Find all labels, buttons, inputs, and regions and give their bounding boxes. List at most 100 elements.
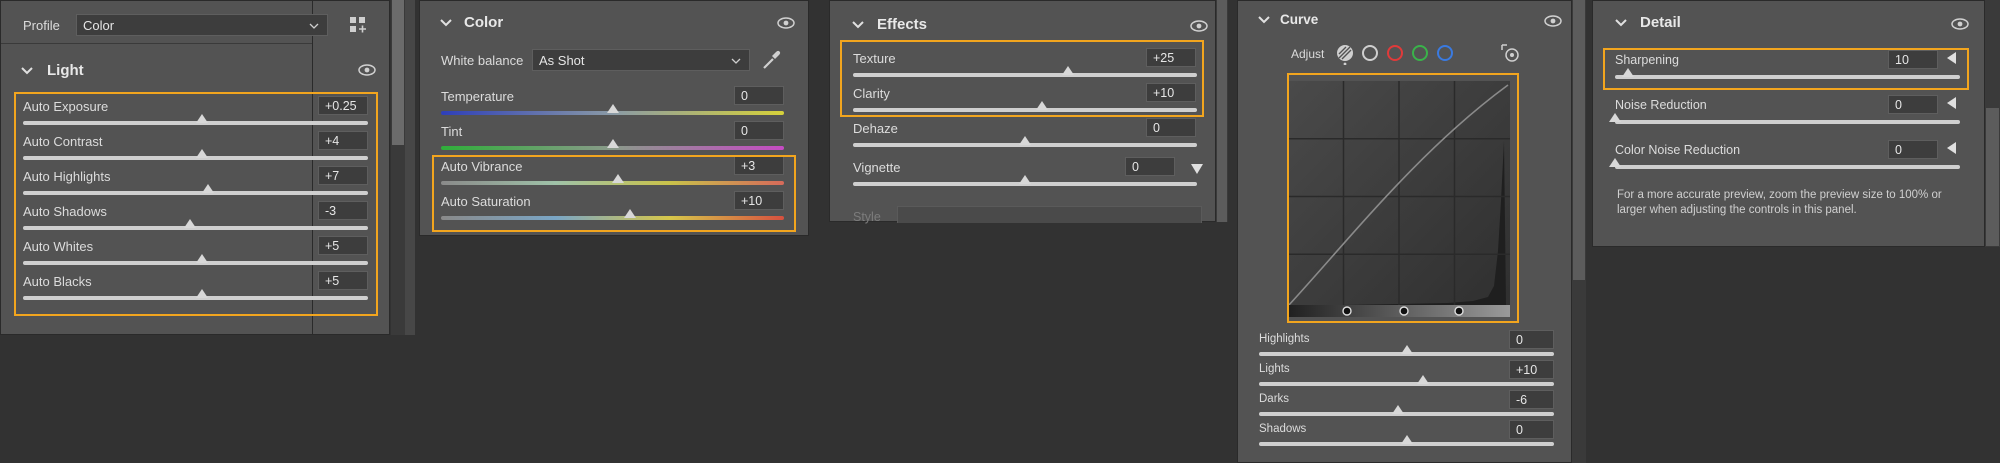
expand-triangle-icon[interactable]	[1947, 52, 1956, 64]
light-title: Light	[47, 62, 84, 79]
slider-thumb[interactable]	[196, 114, 209, 123]
slider-value-input[interactable]: +10	[1509, 360, 1554, 379]
slider-thumb[interactable]	[1609, 158, 1621, 167]
slider-value-input[interactable]: +5	[318, 236, 368, 255]
slider-value-input[interactable]: 0	[1888, 95, 1938, 114]
slider-value-input[interactable]: +5	[318, 271, 368, 290]
region-split-handle-icon[interactable]	[1453, 305, 1465, 317]
slider-thumb[interactable]	[196, 289, 209, 298]
slider-thumb[interactable]	[623, 209, 636, 218]
slider-track[interactable]	[853, 108, 1197, 112]
point-curve-red-button[interactable]	[1387, 45, 1403, 61]
slider-thumb[interactable]	[606, 104, 619, 113]
slider-track[interactable]	[1615, 75, 1960, 79]
slider-track[interactable]	[1259, 382, 1554, 386]
region-split-handle-icon[interactable]	[1398, 305, 1410, 317]
slider-thumb[interactable]	[1036, 101, 1049, 110]
eyedropper-icon[interactable]	[761, 49, 781, 71]
slider-track[interactable]	[441, 216, 784, 220]
slider-thumb[interactable]	[1019, 136, 1031, 145]
style-dropdown[interactable]	[897, 206, 1202, 223]
eye-icon[interactable]	[1951, 18, 1969, 30]
slider-value-input[interactable]: 0	[1125, 157, 1175, 176]
slider-value-input[interactable]: +10	[734, 191, 784, 210]
slider-thumb[interactable]	[1391, 405, 1404, 414]
slider-value-input[interactable]: 0	[1146, 118, 1196, 137]
slider-thumb[interactable]	[1609, 113, 1621, 122]
slider-value-input[interactable]: 0	[734, 121, 784, 140]
curve-title: Curve	[1280, 12, 1319, 27]
slider-value-input[interactable]: -6	[1509, 390, 1554, 409]
slider-value-input[interactable]: 0	[1888, 140, 1938, 159]
slider-label: Auto Shadows	[23, 204, 107, 219]
expand-triangle-icon[interactable]	[1947, 97, 1956, 109]
collapse-chevron-icon[interactable]	[852, 20, 864, 30]
point-curve-blue-button[interactable]	[1437, 45, 1453, 61]
scrollbar-thumb[interactable]	[1217, 0, 1227, 222]
slider-value-input[interactable]: 0	[734, 86, 784, 105]
slider-thumb[interactable]	[201, 184, 214, 193]
style-label: Style	[853, 210, 881, 224]
parametric-curve-icon[interactable]	[1335, 43, 1355, 65]
scrollbar-thumb[interactable]	[1986, 108, 1999, 246]
vignette-expand-icon[interactable]	[1191, 164, 1203, 174]
tone-curve-graph[interactable]	[1288, 81, 1510, 312]
targeted-adjustment-icon[interactable]	[1500, 43, 1520, 63]
white-balance-dropdown[interactable]: As Shot	[532, 49, 750, 71]
slider-label: Texture	[853, 51, 896, 66]
profile-dropdown[interactable]: Color	[76, 14, 328, 36]
collapse-chevron-icon[interactable]	[21, 66, 33, 76]
slider-value-input[interactable]: +7	[318, 166, 368, 185]
slider-thumb[interactable]	[196, 254, 209, 263]
slider-value-input[interactable]: +0.25	[318, 96, 368, 115]
slider-label: Sharpening	[1615, 53, 1679, 67]
expand-triangle-icon[interactable]	[1947, 142, 1956, 154]
slider-value-input[interactable]: 10	[1888, 50, 1938, 69]
slider-thumb[interactable]	[1416, 375, 1429, 384]
slider-value-input[interactable]: -3	[318, 201, 368, 220]
slider-track[interactable]	[1259, 412, 1554, 416]
point-curve-white-button[interactable]	[1362, 45, 1378, 61]
scrollbar[interactable]	[391, 0, 405, 335]
scrollbar[interactable]	[1572, 0, 1586, 463]
slider-thumb[interactable]	[1019, 175, 1031, 184]
slider-thumb[interactable]	[196, 149, 209, 158]
slider-thumb[interactable]	[1400, 345, 1413, 354]
slider-track[interactable]	[1615, 165, 1960, 169]
slider-label: Dehaze	[853, 121, 898, 136]
region-split-handle-icon[interactable]	[1341, 305, 1353, 317]
slider-track[interactable]	[853, 73, 1197, 77]
slider-label: Clarity	[853, 86, 890, 101]
collapse-chevron-icon[interactable]	[440, 18, 452, 28]
point-curve-green-button[interactable]	[1412, 45, 1428, 61]
grid-browser-icon[interactable]	[349, 16, 367, 33]
collapse-chevron-icon[interactable]	[1258, 15, 1270, 25]
slider-thumb[interactable]	[184, 219, 197, 228]
slider-thumb[interactable]	[1400, 435, 1413, 444]
slider-value-input[interactable]: +3	[734, 156, 784, 175]
collapse-chevron-icon[interactable]	[1615, 18, 1627, 28]
slider-thumb[interactable]	[1621, 68, 1634, 77]
profile-label: Profile	[23, 18, 60, 33]
slider-value-input[interactable]: 0	[1509, 420, 1554, 439]
slider-value-input[interactable]: +10	[1146, 83, 1196, 102]
slider-value-input[interactable]: 0	[1509, 330, 1554, 349]
scrollbar[interactable]	[1216, 0, 1228, 222]
slider-thumb[interactable]	[606, 139, 619, 148]
eye-icon[interactable]	[777, 17, 795, 29]
eye-icon[interactable]	[358, 64, 376, 76]
slider-thumb[interactable]	[1062, 66, 1074, 75]
scrollbar[interactable]	[1985, 0, 2000, 247]
slider-label: Highlights	[1259, 333, 1310, 345]
slider-value-input[interactable]: +4	[318, 131, 368, 150]
slider-track[interactable]	[1615, 120, 1960, 124]
slider-track[interactable]	[23, 191, 368, 195]
eye-icon[interactable]	[1544, 15, 1562, 27]
scrollbar-thumb[interactable]	[392, 0, 404, 145]
white-balance-label: White balance	[441, 53, 524, 68]
scrollbar-thumb[interactable]	[1573, 0, 1585, 280]
slider-label: Auto Contrast	[23, 134, 103, 149]
eye-icon[interactable]	[1190, 20, 1208, 32]
slider-value-input[interactable]: +25	[1146, 48, 1196, 67]
slider-thumb[interactable]	[611, 174, 624, 183]
